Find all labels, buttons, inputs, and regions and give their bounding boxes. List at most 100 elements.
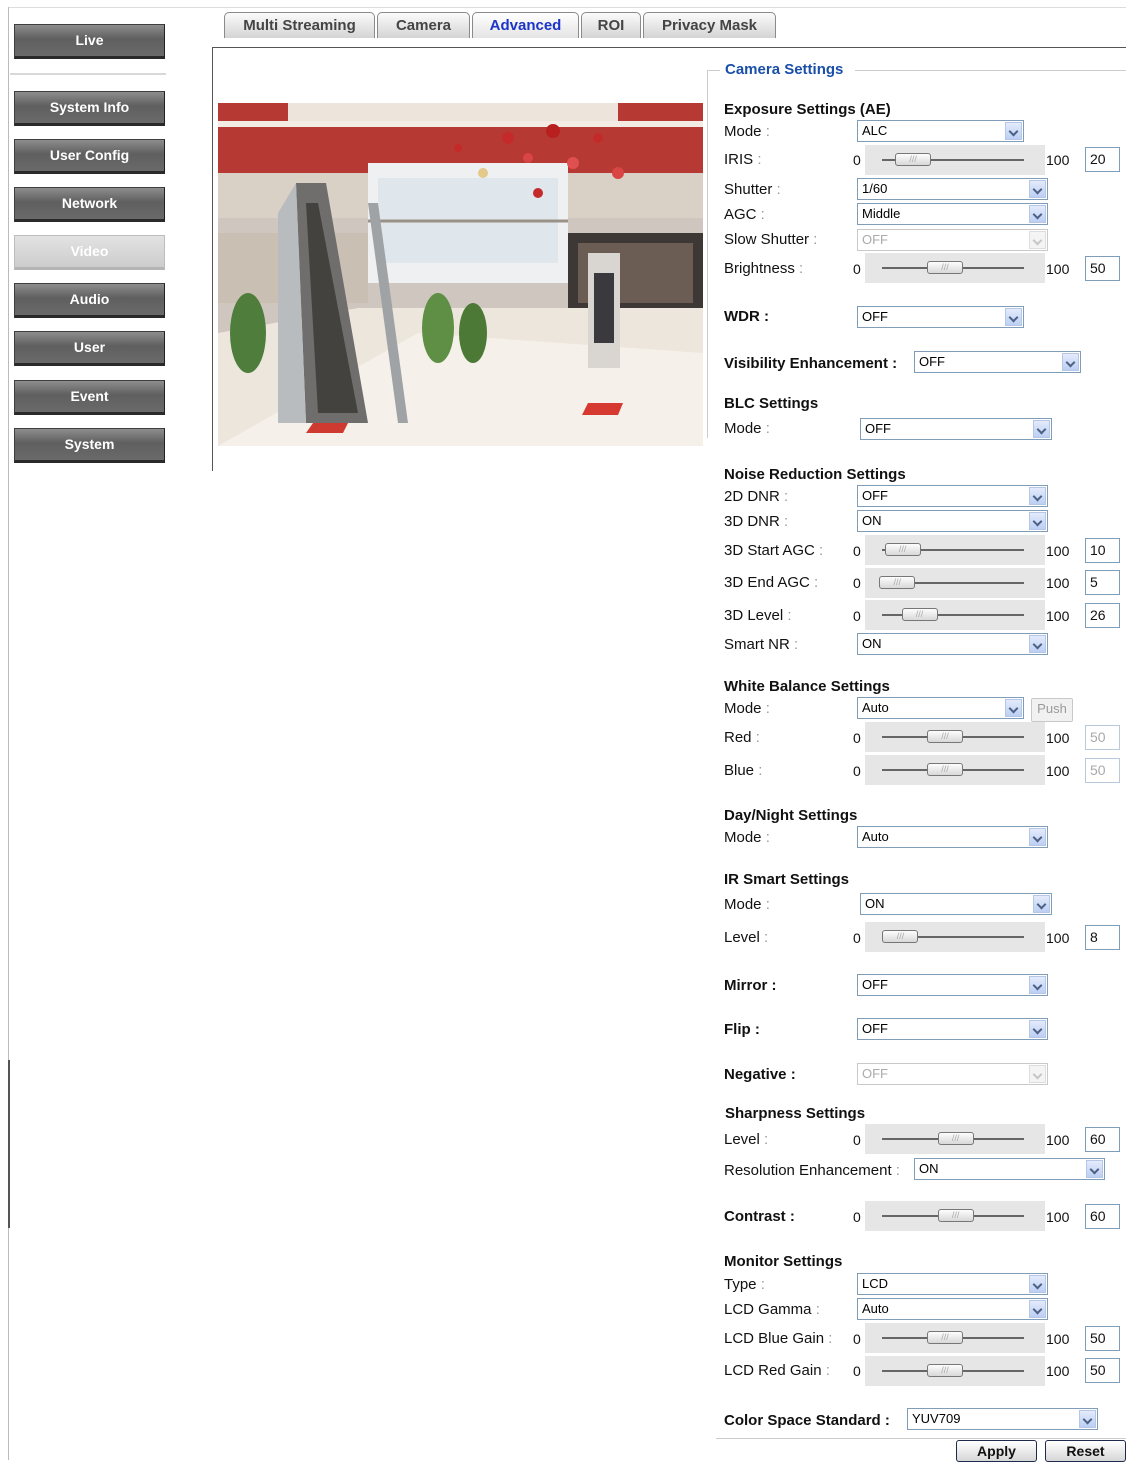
smart-nr-label: Smart NR : (724, 636, 799, 653)
brightness-slider-thumb[interactable]: /// (927, 261, 963, 274)
chevron-down-icon (1079, 1410, 1096, 1428)
lcd-blue-gain-label: LCD Blue Gain : (724, 1330, 833, 1347)
ir-mode-select[interactable]: ON (860, 893, 1052, 915)
tab-roi[interactable]: ROI (581, 12, 641, 38)
flip-select[interactable]: OFF (857, 1018, 1048, 1040)
tab-advanced[interactable]: Advanced (472, 12, 579, 38)
nav-audio-button[interactable]: Audio (14, 283, 165, 318)
wb-mode-select[interactable]: Auto (857, 697, 1024, 719)
nav-system-info-button[interactable]: System Info (14, 91, 165, 126)
shutter-label: Shutter : (724, 181, 781, 198)
day-night-title: Day/Night Settings (724, 807, 858, 824)
agc-select[interactable]: Middle (857, 203, 1048, 225)
iris-label: IRIS : (724, 151, 762, 168)
shutter-select[interactable]: 1/60 (857, 178, 1048, 200)
nav-user-config-button[interactable]: User Config (14, 139, 165, 174)
chevron-down-icon (1029, 487, 1046, 505)
exposure-mode-select[interactable]: ALC (857, 120, 1024, 142)
reset-button[interactable]: Reset (1045, 1440, 1126, 1462)
blue-value-input: 50 (1085, 758, 1120, 783)
flip-label: Flip : (724, 1021, 760, 1038)
wdr-select[interactable]: OFF (857, 306, 1024, 328)
day-night-mode-select[interactable]: Auto (857, 826, 1048, 848)
visibility-enhancement-label: Visibility Enhancement : (724, 355, 898, 372)
level-3d-slider-thumb[interactable]: /// (901, 608, 938, 621)
wb-mode-label: Mode : (724, 700, 770, 717)
nav-event-button[interactable]: Event (14, 380, 165, 415)
chevron-down-icon (1029, 231, 1046, 249)
lcd-blue-gain-min: 0 (853, 1331, 861, 1347)
nav-user-button[interactable]: User (14, 331, 165, 366)
lcd-blue-gain-slider-thumb[interactable]: /// (927, 1331, 963, 1344)
lcd-red-gain-slider-thumb[interactable]: /// (927, 1364, 963, 1377)
nav-system-button[interactable]: System (14, 428, 165, 463)
blue-min: 0 (853, 763, 861, 779)
tab-camera[interactable]: Camera (377, 12, 470, 38)
monitor-type-select[interactable]: LCD (857, 1273, 1048, 1295)
sharpness-min: 0 (853, 1132, 861, 1148)
resolution-enhancement-select[interactable]: ON (914, 1158, 1105, 1180)
push-button: Push (1031, 698, 1073, 722)
dnr2d-label: 2D DNR : (724, 488, 789, 505)
red-value-input: 50 (1085, 725, 1120, 750)
sharpness-value-input[interactable]: 60 (1085, 1127, 1120, 1152)
end-agc-min: 0 (853, 575, 861, 591)
mirror-label: Mirror : (724, 977, 777, 994)
iris-slider-thumb[interactable]: /// (895, 153, 932, 166)
monitor-settings-title: Monitor Settings (724, 1253, 843, 1270)
chevron-down-icon (1005, 699, 1022, 717)
lcd-red-gain-value-input[interactable]: 50 (1085, 1358, 1120, 1383)
mirror-select[interactable]: OFF (857, 974, 1048, 996)
end-agc-value-input[interactable]: 5 (1085, 570, 1120, 595)
lcd-gamma-label: LCD Gamma : (724, 1301, 820, 1318)
blue-label: Blue : (724, 762, 763, 779)
nav-live-button[interactable]: Live (14, 24, 165, 59)
camera-settings-legend: Camera Settings (725, 61, 844, 78)
dnr3d-select[interactable]: ON (857, 510, 1048, 532)
level-3d-max: 100 (1046, 608, 1070, 624)
nav-video-button[interactable]: Video (14, 235, 165, 270)
lcd-gamma-select[interactable]: Auto (857, 1298, 1048, 1320)
visibility-enhancement-select[interactable]: OFF (914, 351, 1081, 373)
tab-multi-streaming[interactable]: Multi Streaming (224, 12, 375, 38)
chevron-down-icon (1033, 895, 1050, 913)
chevron-down-icon (1029, 205, 1046, 223)
sharpness-slider-thumb[interactable]: /// (937, 1132, 974, 1145)
contrast-min: 0 (853, 1209, 861, 1225)
ir-level-slider-thumb[interactable]: /// (882, 930, 919, 943)
brightness-label: Brightness : (724, 260, 804, 277)
brightness-value-input[interactable]: 50 (1085, 256, 1120, 281)
chevron-down-icon (1029, 512, 1046, 530)
dnr2d-select[interactable]: OFF (857, 485, 1048, 507)
contrast-max: 100 (1046, 1209, 1070, 1225)
start-agc-slider-thumb[interactable]: /// (884, 543, 921, 556)
noise-reduction-title: Noise Reduction Settings (724, 466, 906, 483)
start-agc-value-input[interactable]: 10 (1085, 538, 1120, 563)
lcd-blue-gain-value-input[interactable]: 50 (1085, 1326, 1120, 1351)
start-agc-max: 100 (1046, 543, 1070, 559)
iris-value-input[interactable]: 20 (1085, 147, 1120, 172)
red-min: 0 (853, 730, 861, 746)
ir-level-value-input[interactable]: 8 (1085, 925, 1120, 950)
color-space-select[interactable]: YUV709 (907, 1408, 1098, 1430)
white-balance-title: White Balance Settings (724, 678, 890, 695)
end-agc-slider-thumb[interactable]: /// (879, 576, 916, 589)
contrast-value-input[interactable]: 60 (1085, 1204, 1120, 1229)
chevron-down-icon (1029, 828, 1046, 846)
smart-nr-select[interactable]: ON (857, 633, 1048, 655)
nav-network-button[interactable]: Network (14, 187, 165, 222)
contrast-label: Contrast : (724, 1208, 795, 1225)
day-night-mode-label: Mode : (724, 829, 770, 846)
slow-shutter-label: Slow Shutter : (724, 231, 818, 248)
blc-mode-select[interactable]: OFF (860, 418, 1052, 440)
iris-min: 0 (853, 152, 861, 168)
contrast-slider-thumb[interactable]: /// (937, 1209, 974, 1222)
ir-level-max: 100 (1046, 930, 1070, 946)
tab-privacy-mask[interactable]: Privacy Mask (643, 12, 776, 38)
red-slider-thumb: /// (927, 730, 963, 743)
wdr-label: WDR : (724, 308, 769, 325)
level-3d-value-input[interactable]: 26 (1085, 603, 1120, 628)
apply-button[interactable]: Apply (956, 1440, 1037, 1462)
start-agc-min: 0 (853, 543, 861, 559)
blue-slider-thumb: /// (927, 763, 963, 776)
